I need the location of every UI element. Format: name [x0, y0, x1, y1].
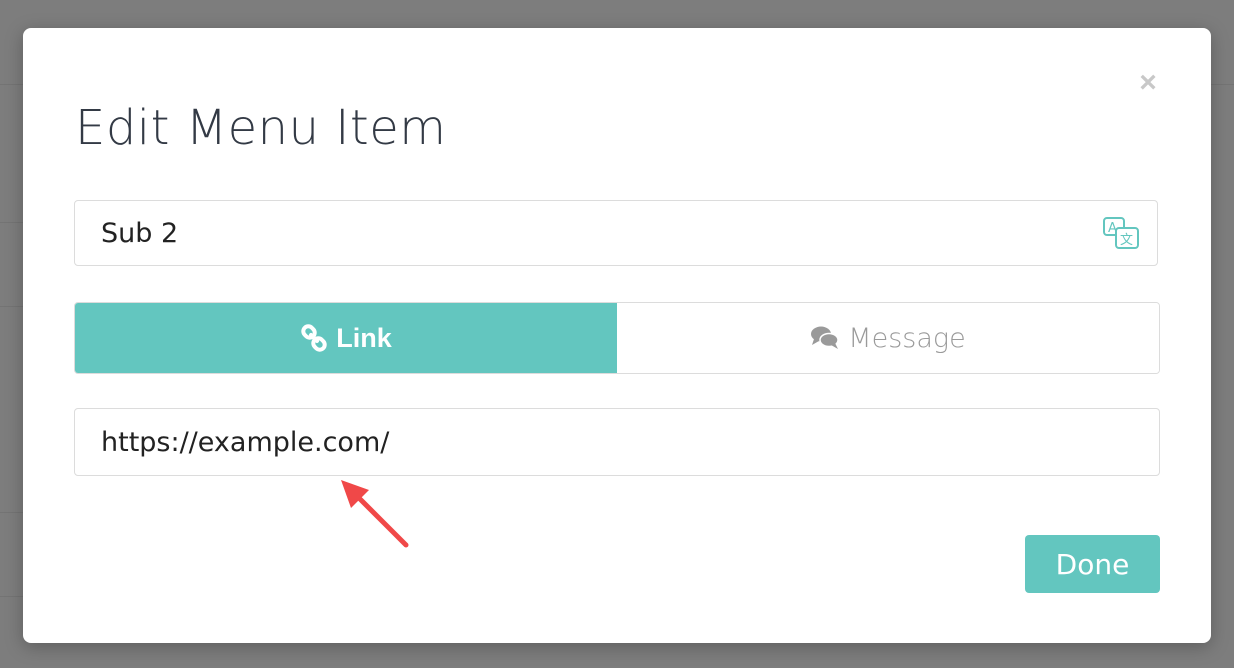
- tab-message-label: Message: [848, 322, 966, 354]
- item-name-field: A 文: [74, 200, 1158, 266]
- chat-bubbles-icon: [810, 325, 840, 351]
- svg-text:文: 文: [1120, 233, 1133, 248]
- background-divider: [0, 222, 23, 223]
- edit-menu-item-dialog: × Edit Menu Item A 文: [23, 28, 1211, 643]
- link-icon: [300, 324, 328, 352]
- done-button[interactable]: Done: [1025, 535, 1160, 593]
- dialog-title: Edit Menu Item: [75, 100, 447, 156]
- item-name-input[interactable]: [75, 201, 1157, 265]
- close-button[interactable]: ×: [1135, 68, 1161, 98]
- tab-link[interactable]: Link: [75, 303, 617, 373]
- tab-message[interactable]: Message: [617, 303, 1159, 373]
- annotation-arrow-icon: [341, 480, 409, 548]
- tab-link-label: Link: [336, 322, 392, 353]
- translate-icon[interactable]: A 文: [1102, 216, 1140, 250]
- background-divider: [0, 306, 23, 307]
- background-divider: [0, 84, 23, 85]
- background-divider: [0, 512, 23, 513]
- background-divider: [1211, 84, 1234, 85]
- background-divider: [0, 596, 23, 597]
- action-type-tabs: Link Message: [74, 302, 1160, 374]
- url-field: [74, 408, 1160, 476]
- url-input[interactable]: [75, 409, 1159, 475]
